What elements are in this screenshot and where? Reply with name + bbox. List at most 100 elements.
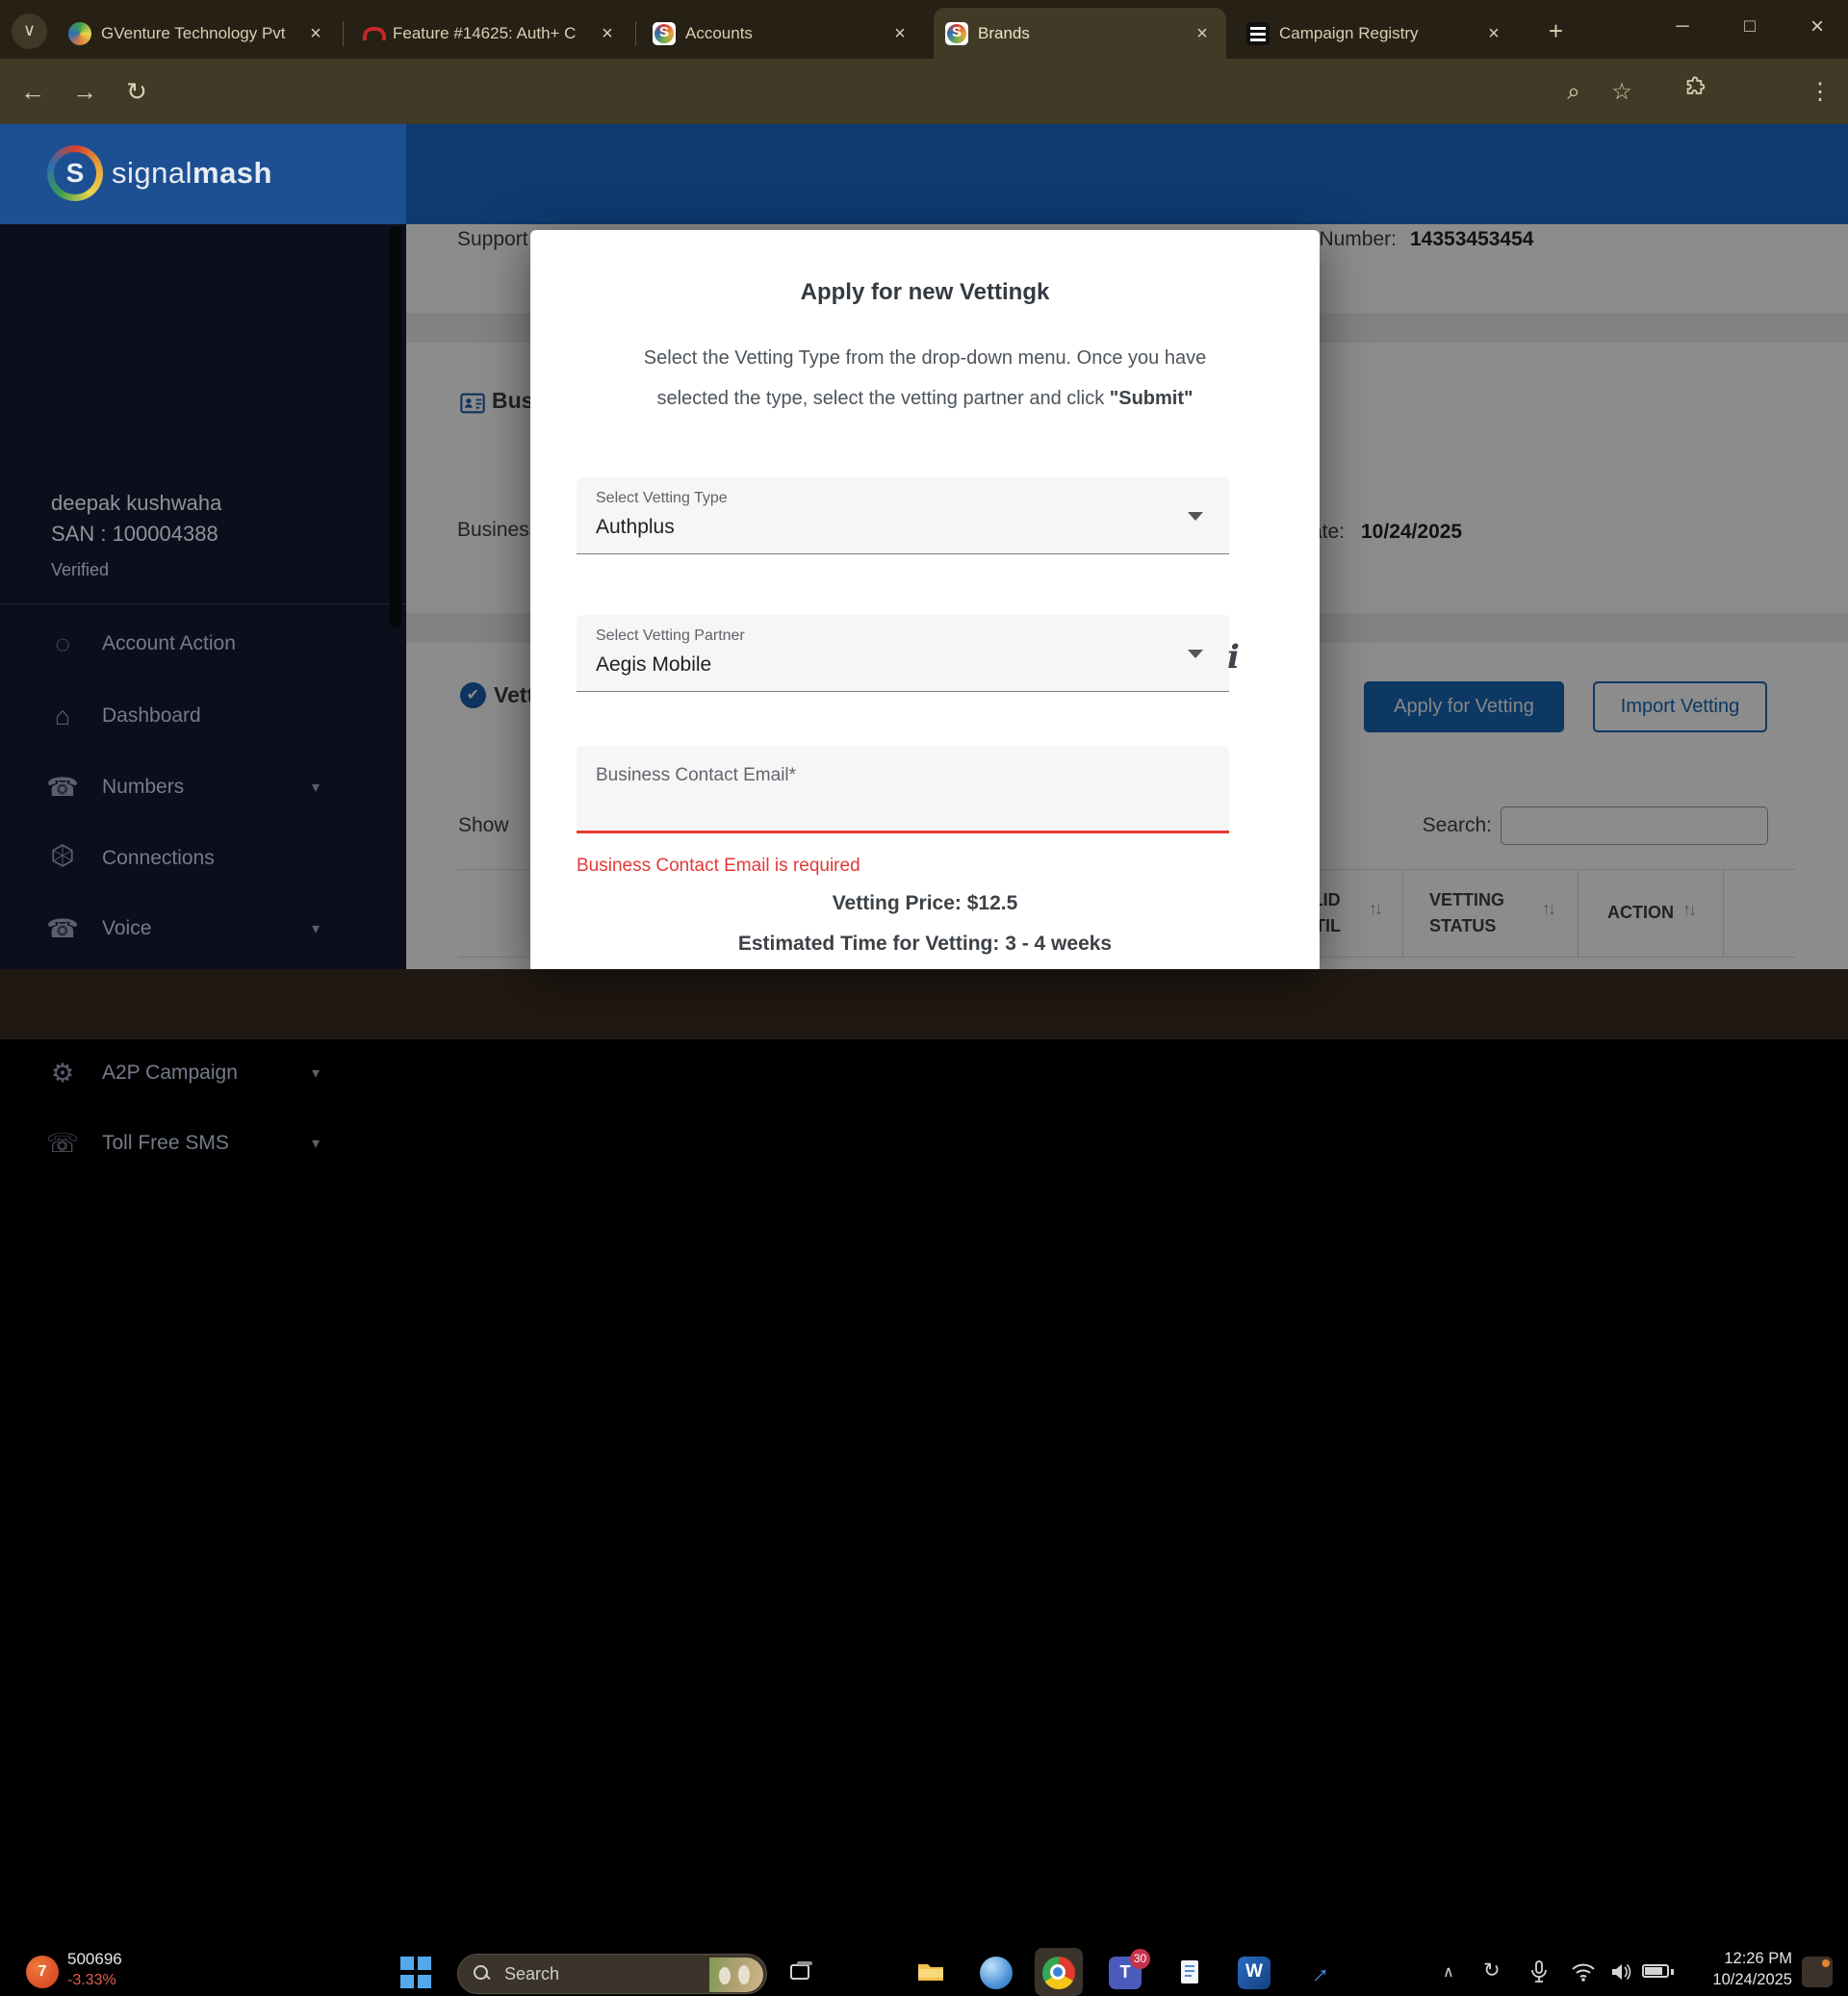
arrow-app-icon[interactable]: → bbox=[1295, 1950, 1341, 1996]
browser-toolbar: ← → ↻ ⊗ Not secure https://signalmash.gv… bbox=[0, 59, 1848, 124]
battery-icon[interactable] bbox=[1642, 1964, 1669, 1978]
tab-close-icon[interactable]: × bbox=[1481, 21, 1506, 46]
tab-close-icon[interactable]: × bbox=[303, 21, 328, 46]
tray-expand-icon[interactable]: ∧ bbox=[1443, 1962, 1454, 1982]
teams-badge: 30 bbox=[1130, 1949, 1150, 1969]
vetting-eta-text: Estimated Time for Vetting: 3 - 4 weeks bbox=[530, 933, 1320, 956]
back-button[interactable]: ← bbox=[13, 72, 52, 111]
puzzle-icon bbox=[1683, 76, 1707, 99]
taskbar-search[interactable]: Search bbox=[457, 1954, 767, 1994]
sidebar-item-numbers[interactable]: ☎ Numbers ▾ bbox=[0, 752, 406, 823]
windows-logo-icon bbox=[418, 1975, 431, 1988]
clock-date: 10/24/2025 bbox=[1686, 1971, 1792, 1989]
reload-button[interactable]: ↻ bbox=[117, 72, 156, 111]
sidebar-item-label: A2P Campaign bbox=[102, 1062, 312, 1085]
modal-description-line1: Select the Vetting Type from the drop-do… bbox=[588, 347, 1262, 370]
sidebar-item-connections[interactable]: Connections bbox=[0, 823, 406, 894]
task-view-icon[interactable] bbox=[786, 1957, 819, 1989]
sidebar-item-a2p-campaign[interactable]: ⚙ A2P Campaign ▾ bbox=[0, 1037, 406, 1109]
sync-icon[interactable]: ↻ bbox=[1483, 1958, 1501, 1983]
tray-notification-icon[interactable] bbox=[1802, 1957, 1833, 1987]
signalmash-favicon bbox=[945, 22, 968, 45]
spinner-icon: ◌ bbox=[46, 629, 79, 659]
tab-redmine-feature[interactable]: Feature #14625: Auth+ C × bbox=[348, 8, 631, 59]
modal-description-text: selected the type, select the vetting pa… bbox=[656, 388, 1109, 409]
vetting-type-label: Select Vetting Type bbox=[596, 490, 728, 507]
chrome-icon-active[interactable] bbox=[1042, 1957, 1075, 1989]
sidebar-item-voice[interactable]: ☎ Voice ▾ bbox=[0, 893, 406, 964]
user-san: SAN : 100004388 bbox=[51, 522, 218, 547]
sidebar-item-account-action[interactable]: ◌ Account Action bbox=[0, 608, 406, 679]
clock-time: 12:26 PM bbox=[1686, 1950, 1792, 1968]
business-contact-email-input[interactable]: Business Contact Email* bbox=[577, 746, 1229, 833]
brand-bold: mash bbox=[192, 156, 272, 190]
windows-taskbar: 7 500696 -3.33% Search T 30 W → ∧ ↻ bbox=[0, 969, 1848, 1039]
notepad-icon[interactable] bbox=[1174, 1957, 1207, 1989]
signalmash-favicon bbox=[653, 22, 676, 45]
redmine-favicon bbox=[360, 22, 383, 45]
stock-ticker-change: -3.33% bbox=[67, 1972, 116, 1989]
app-header: signalmash Brand › Brand details $ 166.5… bbox=[0, 124, 1848, 224]
tab-campaign-registry[interactable]: Campaign Registry × bbox=[1235, 8, 1518, 59]
bookmark-star-icon[interactable]: ☆ bbox=[1605, 76, 1638, 109]
tab-close-icon[interactable]: × bbox=[887, 21, 912, 46]
sidebar-scrollbar[interactable] bbox=[390, 226, 401, 628]
sidebar-item-dashboard[interactable]: ⌂ Dashboard bbox=[0, 680, 406, 752]
sidebar-item-label: Dashboard bbox=[102, 704, 406, 728]
tab-accounts[interactable]: Accounts × bbox=[641, 8, 924, 59]
vetting-partner-value: Aegis Mobile bbox=[596, 653, 711, 677]
start-button[interactable] bbox=[400, 1957, 432, 1988]
wifi-icon[interactable] bbox=[1571, 1961, 1596, 1987]
volume-icon[interactable] bbox=[1609, 1961, 1632, 1987]
edge-browser-icon[interactable] bbox=[851, 1957, 884, 1989]
sidebar-item-label: Voice bbox=[102, 917, 312, 940]
new-tab-button[interactable]: + bbox=[1538, 13, 1574, 49]
chevron-down-icon: ▾ bbox=[312, 1063, 320, 1083]
file-explorer-icon[interactable] bbox=[915, 1957, 948, 1989]
sidebar-item-label: Account Action bbox=[102, 632, 406, 655]
sidebar-item-toll-free-sms[interactable]: ☏ Toll Free SMS ▾ bbox=[0, 1108, 406, 1179]
brand-light: signal bbox=[112, 156, 192, 190]
tab-title: Feature #14625: Auth+ C bbox=[393, 24, 585, 43]
modal-description-line2: selected the type, select the vetting pa… bbox=[588, 388, 1262, 410]
hexagon-icon bbox=[46, 843, 79, 875]
chevron-down-icon bbox=[1188, 512, 1203, 521]
word-icon[interactable]: W bbox=[1238, 1957, 1270, 1989]
tab-close-icon[interactable]: × bbox=[595, 21, 620, 46]
tab-brands-active[interactable]: Brands × bbox=[934, 8, 1226, 59]
modal-title: Apply for new Vettingk bbox=[530, 279, 1320, 306]
info-icon[interactable]: i bbox=[1227, 638, 1240, 677]
vetting-type-select[interactable]: Select Vetting Type Authplus bbox=[577, 477, 1229, 554]
campaign-registry-favicon bbox=[1246, 22, 1270, 45]
search-highlight-image[interactable] bbox=[709, 1958, 763, 1992]
user-verified-status: Verified bbox=[51, 560, 109, 580]
extensions-icon[interactable] bbox=[1679, 76, 1711, 109]
vetting-partner-label: Select Vetting Partner bbox=[596, 627, 745, 645]
chevron-down-icon: ▾ bbox=[312, 919, 320, 938]
tab-search-button[interactable]: ∨ bbox=[12, 13, 47, 49]
sidebar-divider bbox=[0, 603, 406, 604]
brand-name: signalmash bbox=[112, 156, 272, 191]
edge-beta-icon[interactable] bbox=[980, 1957, 1013, 1989]
windows-logo-icon bbox=[418, 1957, 431, 1970]
vetting-partner-select[interactable]: Select Vetting Partner Aegis Mobile bbox=[577, 615, 1229, 692]
browser-menu-icon[interactable]: ⋮ bbox=[1804, 76, 1836, 109]
microphone-icon[interactable] bbox=[1528, 1959, 1550, 1989]
browser-tab-strip: ∨ GVenture Technology Pvt × Feature #146… bbox=[0, 0, 1848, 59]
tab-gventure[interactable]: GVenture Technology Pvt × bbox=[57, 8, 340, 59]
user-name: deepak kushwaha bbox=[51, 491, 221, 516]
search-placeholder: Search bbox=[504, 1964, 559, 1984]
window-maximize-button[interactable]: □ bbox=[1721, 0, 1779, 53]
stock-ticker-value: 500696 bbox=[67, 1950, 122, 1969]
modal-description-bold: "Submit" bbox=[1110, 388, 1194, 409]
tab-title: Campaign Registry bbox=[1279, 24, 1472, 43]
vetting-type-value: Authplus bbox=[596, 516, 675, 539]
phone-icon: ☎ bbox=[46, 914, 79, 944]
chevron-down-icon: ▾ bbox=[312, 778, 320, 797]
zoom-icon[interactable]: ⌕ bbox=[1557, 76, 1590, 109]
tab-close-icon[interactable]: × bbox=[1190, 21, 1215, 46]
window-close-button[interactable]: × bbox=[1788, 0, 1846, 53]
window-minimize-button[interactable]: ─ bbox=[1654, 0, 1711, 53]
forward-button[interactable]: → bbox=[65, 72, 104, 111]
sidebar: deepak kushwaha SAN : 100004388 Verified… bbox=[0, 224, 406, 969]
